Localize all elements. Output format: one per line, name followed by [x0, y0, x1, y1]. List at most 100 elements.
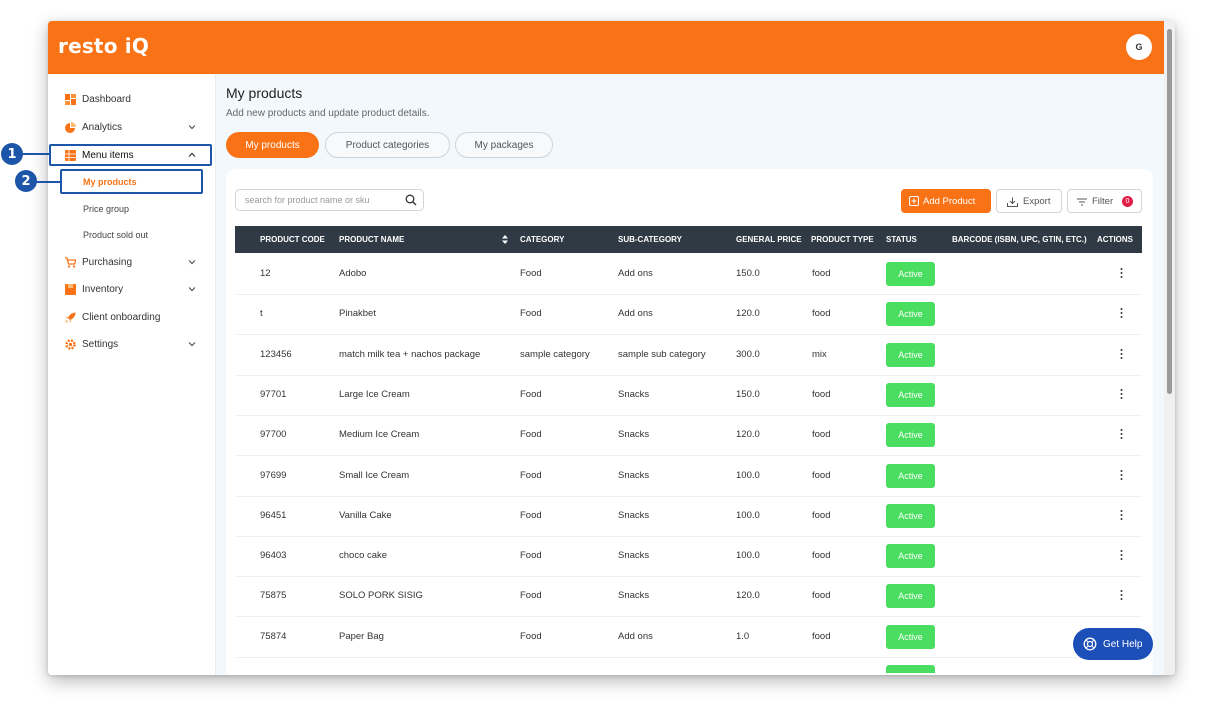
user-avatar[interactable]: G [1126, 34, 1152, 60]
cell-category: sample category [520, 348, 590, 360]
filter-icon [1077, 198, 1087, 206]
callout-line-2 [36, 181, 60, 183]
add-icon [909, 196, 919, 206]
column-header-general-price[interactable]: GENERAL PRICE [736, 235, 802, 244]
page-scrollbar[interactable] [1164, 21, 1175, 675]
more-actions-icon[interactable] [1120, 509, 1123, 521]
sidebar-subitem-product-sold-out[interactable]: Product sold out [83, 230, 148, 240]
column-header-category[interactable]: CATEGORY [520, 235, 564, 244]
filter-button[interactable]: Filter 0 [1067, 189, 1142, 213]
app-window: resto iQ G Dashboard Analytics Menu item… [48, 21, 1175, 675]
status-badge[interactable]: Active [886, 423, 935, 448]
export-button[interactable]: Export [996, 189, 1062, 213]
more-actions-icon[interactable] [1120, 549, 1123, 561]
cell-product-type: food [812, 550, 831, 562]
cell-product-type: food [812, 388, 831, 400]
filter-count-badge: 0 [1122, 196, 1133, 207]
chevron-down-icon[interactable] [187, 339, 197, 349]
more-actions-icon[interactable] [1120, 589, 1123, 601]
tab-my-products[interactable]: My products [226, 132, 319, 158]
table-row[interactable]: 97699 Small Ice Cream Food Snacks 100.0 food A… [235, 456, 1142, 497]
search-input[interactable]: search for product name or sku [235, 189, 424, 211]
cell-general-price: 300.0 [736, 348, 760, 360]
add-product-label: Add Product [923, 195, 976, 207]
table-row[interactable]: 97700 Medium Ice Cream Food Snacks 120.0 food… [235, 415, 1142, 457]
status-badge[interactable]: Active [886, 262, 935, 286]
tab-product-categories[interactable]: Product categories [325, 132, 450, 158]
table-row[interactable]: 12 Adobo Food Add ons 150.0 food Active [235, 254, 1142, 295]
status-badge[interactable]: Active [886, 463, 935, 488]
sidebar-item-analytics[interactable]: Analytics [48, 115, 215, 139]
chevron-down-icon[interactable] [187, 284, 197, 294]
filter-label: Filter [1092, 195, 1114, 207]
column-header-product-type[interactable]: PRODUCT TYPE [811, 235, 874, 244]
status-badge[interactable]: Active [886, 584, 935, 609]
column-header-sub-category[interactable]: SUB-CATEGORY [618, 235, 682, 244]
cell-sub-category: Snacks [618, 590, 650, 602]
more-actions-icon[interactable] [1120, 348, 1123, 360]
table-row[interactable]: 123456 match milk tea + nachos package sam… [235, 335, 1142, 376]
more-actions-icon[interactable] [1120, 428, 1123, 440]
search-icon[interactable] [405, 194, 417, 206]
table-row[interactable]: 96403 choco cake Food Snacks 100.0 food Active [235, 536, 1142, 578]
cell-product-name: Pinakbet [339, 308, 376, 320]
table-row[interactable]: t Pinakbet Food Add ons 120.0 food Active [235, 294, 1142, 336]
status-badge[interactable]: Active [886, 382, 935, 407]
tab-my-packages[interactable]: My packages [455, 132, 553, 158]
cell-product-type: food [812, 429, 831, 441]
sidebar-subitem-price-group[interactable]: Price group [83, 204, 129, 214]
cell-category: Food [520, 429, 542, 441]
status-badge[interactable]: Active [886, 624, 935, 649]
status-badge[interactable]: Active [886, 544, 935, 569]
cell-general-price: 1.0 [736, 630, 750, 642]
status-badge[interactable]: Active [886, 503, 935, 528]
cell-category: Food [520, 509, 542, 521]
cell-general-price: 120.0 [736, 429, 760, 441]
cell-product-name: Vanilla Cake [339, 509, 392, 521]
column-header-product-code[interactable]: PRODUCT CODE [260, 235, 325, 244]
sort-icon[interactable] [502, 235, 508, 244]
cell-category: Food [520, 268, 542, 279]
more-actions-icon[interactable] [1120, 388, 1123, 400]
cell-product-code: 96403 [260, 550, 287, 562]
search-placeholder: search for product name or sku [245, 195, 370, 205]
chevron-down-icon[interactable] [187, 257, 197, 267]
rocket-icon [65, 312, 76, 323]
cell-sub-category: Add ons [618, 630, 653, 642]
column-header-actions: ACTIONS [1097, 235, 1133, 244]
add-product-button[interactable]: Add Product [901, 189, 991, 213]
status-badge[interactable]: Active [886, 302, 935, 327]
table-row[interactable]: 75874 Paper Bag Food Add ons 1.0 food Active [235, 617, 1142, 658]
my-products-highlight [60, 169, 203, 194]
more-actions-icon[interactable] [1120, 469, 1123, 481]
cell-category: Food [520, 630, 542, 642]
table-row[interactable]: 75875 SOLO PORK SISIG Food Snacks 120.0 food A… [235, 576, 1142, 618]
get-help-button[interactable]: Get Help [1073, 628, 1153, 660]
column-header-status[interactable]: STATUS [886, 235, 917, 244]
status-badge[interactable]: Active [886, 342, 935, 367]
table-row[interactable]: 96451 Vanilla Cake Food Snacks 100.0 food Acti… [235, 496, 1142, 537]
page-title: My products [226, 85, 303, 101]
cell-sub-category: Add ons [618, 268, 653, 279]
chevron-down-icon[interactable] [187, 122, 197, 132]
gear-icon [65, 338, 76, 350]
sidebar-item-purchasing[interactable]: Purchasing [48, 250, 215, 274]
cell-product-code: 97700 [260, 429, 287, 441]
table-row[interactable]: 97701 Large Ice Cream Food Snacks 150.0 food A… [235, 375, 1142, 416]
cell-product-name: match milk tea + nachos package [339, 348, 481, 360]
products-card: search for product name or sku Add Produ… [226, 169, 1153, 675]
cell-product-code: 96451 [260, 509, 287, 521]
sidebar-item-label: Dashboard [82, 93, 131, 105]
column-header-barcode[interactable]: BARCODE (ISBN, UPC, GTIN, ETC.) [952, 235, 1087, 244]
cell-category: Food [520, 590, 542, 602]
sidebar-item-dashboard[interactable]: Dashboard [48, 87, 215, 111]
column-header-product-name[interactable]: PRODUCT NAME [339, 235, 404, 244]
cell-product-type: food [812, 469, 831, 481]
sidebar-item-settings[interactable]: Settings [48, 332, 215, 356]
app-logo[interactable]: resto iQ [58, 34, 149, 58]
sidebar-item-client-onboarding[interactable]: Client onboarding [48, 305, 215, 329]
more-actions-icon[interactable] [1120, 267, 1123, 279]
sidebar-item-inventory[interactable]: Inventory [48, 277, 215, 301]
more-actions-icon[interactable] [1120, 307, 1123, 319]
scrollbar-thumb[interactable] [1167, 29, 1172, 394]
